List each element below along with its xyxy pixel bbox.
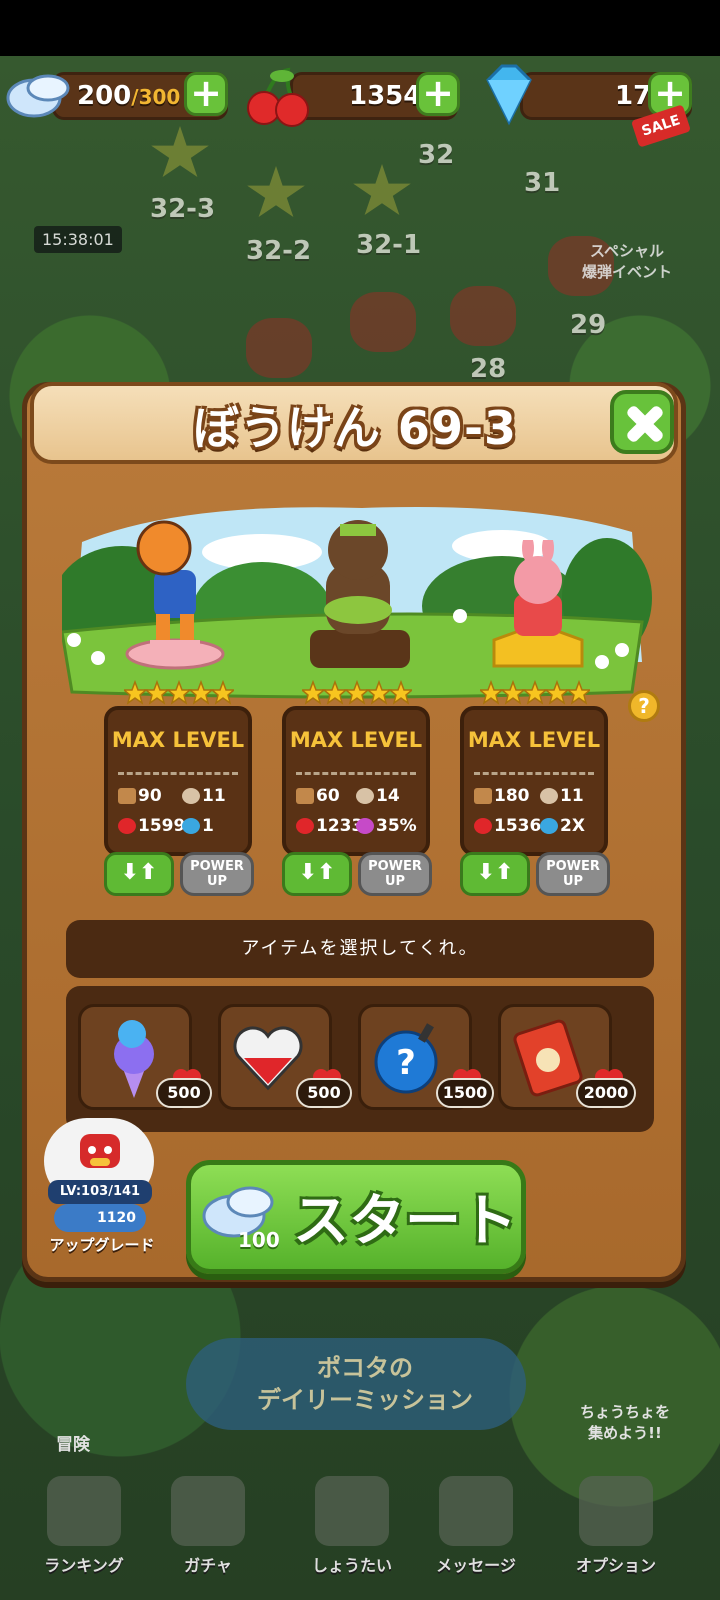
pig-bunny-icon [492,540,584,668]
dialog-title: ぼうけん 69-3 [192,401,518,455]
divider [118,772,238,775]
upgrade-cost: 1120 [54,1204,146,1232]
heart-icon [474,818,492,834]
heart-potion-icon [233,1026,303,1091]
item-price: 1500 [436,1078,494,1108]
mystery-bomb-icon: ? [374,1023,438,1094]
power-up-button[interactable]: POWER UP [358,852,432,896]
stage-node[interactable]: 29 [570,310,606,340]
skill-cost-stat: 11 [540,786,584,806]
attack-stat: 90 [118,786,162,806]
stage-node[interactable]: 28 [470,354,506,384]
stage-node[interactable]: 32-2 [246,236,311,266]
max-level-label: MAX LEVEL [467,728,601,752]
event-timer: 15:38:01 [34,226,122,253]
potion-icon [540,818,558,834]
add-cherries-button[interactable]: + [416,72,460,116]
five-star-rating [480,680,590,705]
stage-flower-icon [246,318,312,378]
coin-stack-icon [540,788,558,804]
adventure-label[interactable]: 冒険 [56,1430,90,1455]
stage-node[interactable]: 31 [524,168,560,198]
cherry-icon [247,67,309,127]
tiger-icon [125,520,225,670]
daily-mission-label: ポコタの デイリーミッション [257,1354,473,1414]
skill-cost-stat: 14 [356,786,400,806]
stage-node[interactable]: 32 [418,140,454,170]
invite-bird-icon [315,1476,389,1546]
close-button[interactable] [610,390,674,454]
heart-icon [118,818,136,834]
skill-cost-stat: 11 [182,786,226,806]
nav-message[interactable]: メッセージ [416,1476,536,1576]
player-level: LV:103/141 [48,1180,152,1204]
attack-icon [118,788,136,804]
nav-gacha[interactable]: ガチャ [148,1476,268,1576]
cow-mascot-icon [80,1134,120,1168]
item-price: 500 [296,1078,352,1108]
butterfly-event-label[interactable]: ちょうちょを 集めよう!! [560,1402,690,1444]
wing-icon [6,74,70,118]
start-label: スタート [293,1189,517,1254]
hp-stat: 1233 [296,816,363,836]
item-price: 500 [156,1078,212,1108]
heart-icon [296,818,314,834]
stage-flower-icon [450,286,516,346]
sparkle-heart-icon [356,818,374,834]
help-button[interactable]: ? [628,690,660,722]
stage-node[interactable]: 32-3 [150,194,215,224]
bear-icon [310,520,410,668]
bottom-nav: ランキング ガチャ しょうたい メッセージ オプション [0,1476,720,1600]
swap-character-button[interactable]: ⬇⬆ [104,852,174,896]
nav-ranking[interactable]: ランキング [24,1476,144,1576]
coin-stack-icon [356,788,374,804]
status-bar [0,0,720,56]
item-price: 2000 [576,1078,636,1108]
attack-stat: 180 [474,786,530,806]
attack-stat: 60 [296,786,340,806]
gear-icon [579,1476,653,1546]
nav-label: しょうたい [311,1556,392,1575]
nav-label: メッセージ [436,1556,516,1575]
five-star-rating [124,680,234,705]
potion-icon [182,818,200,834]
gems-value: 17 [615,81,652,111]
nav-label: ガチャ [184,1556,232,1575]
hp-stat: 1599 [118,816,185,836]
divider [474,772,594,775]
trophy-icon [47,1476,121,1546]
wings-value: 200/300 [77,81,181,111]
stage-flower-icon [350,292,416,352]
special-event-label[interactable]: スペシャル 爆弾イベント [572,240,682,282]
power-up-button[interactable]: POWER UP [536,852,610,896]
add-wings-button[interactable]: + [184,72,228,116]
power-up-button[interactable]: POWER UP [180,852,254,896]
nav-invite[interactable]: しょうたい [292,1476,412,1576]
coin-stack-icon [182,788,200,804]
nav-label: オプション [575,1556,656,1575]
bunny-gacha-icon [171,1476,245,1546]
divider [296,772,416,775]
attack-icon [296,788,314,804]
nav-options[interactable]: オプション [556,1476,676,1576]
item-instruction-message: アイテムを選択してくれ。 [66,920,654,978]
hp-stat: 1536 [474,816,541,836]
start-wing-cost: 100 [238,1228,280,1252]
mail-icon [439,1476,513,1546]
diamond-icon [486,64,532,126]
attack-icon [474,788,492,804]
bonus-stat: 1 [182,816,214,836]
swap-character-button[interactable]: ⬇⬆ [460,852,530,896]
nav-label: ランキング [44,1556,124,1575]
svg-text:?: ? [396,1043,416,1083]
upgrade-label: アップグレード [49,1236,155,1254]
cherries-value: 1354 [349,81,422,111]
swap-character-button[interactable]: ⬇⬆ [282,852,352,896]
stage-node[interactable]: 32-1 [356,230,421,260]
bonus-stat: 2X [540,816,585,836]
bonus-stat: 35% [356,816,417,836]
max-level-label: MAX LEVEL [111,728,245,752]
five-star-rating [302,680,412,705]
max-level-label: MAX LEVEL [289,728,423,752]
